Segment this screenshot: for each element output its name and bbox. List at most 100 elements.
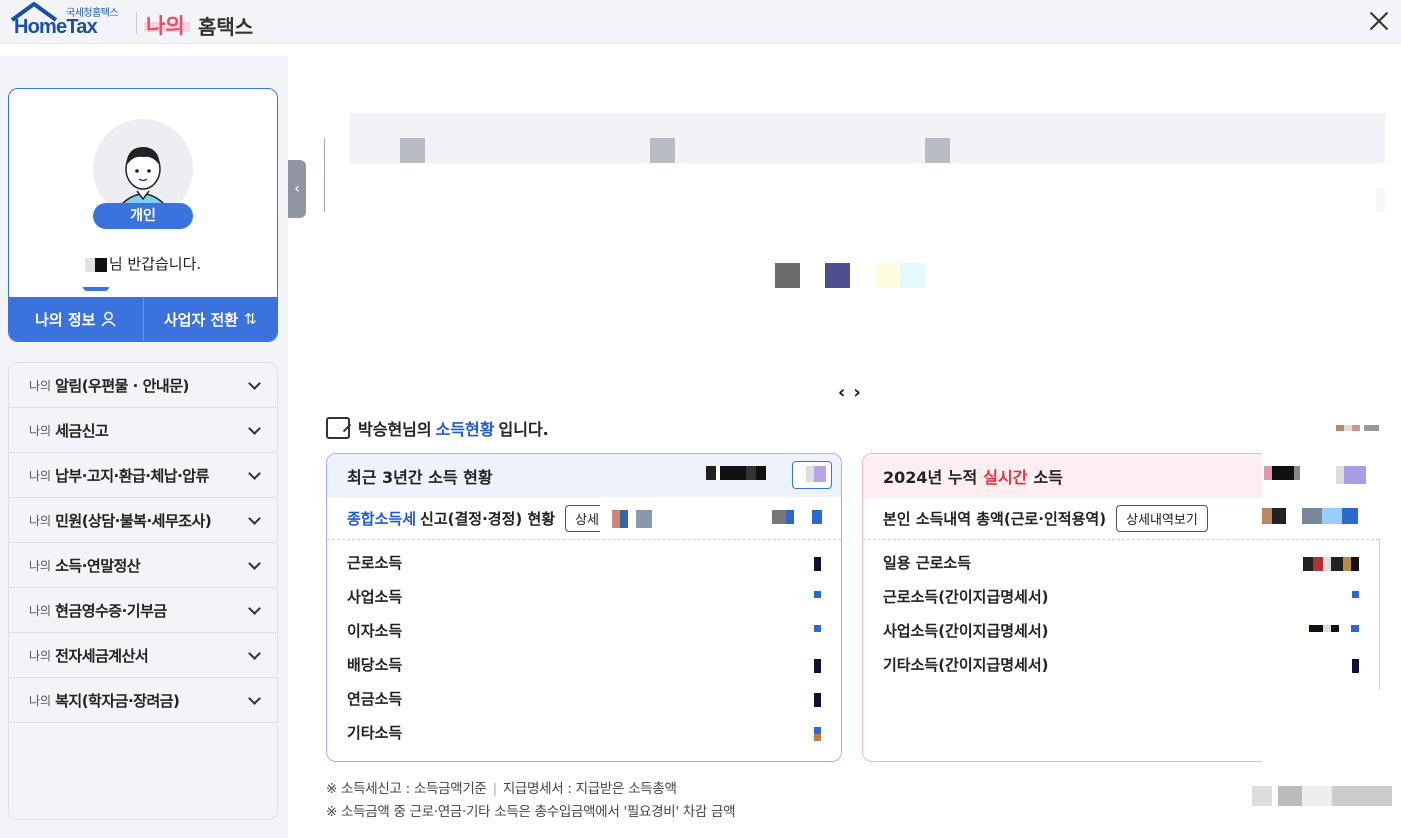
title-prefix: 박승현님의 bbox=[358, 420, 432, 439]
header-divider bbox=[136, 12, 137, 34]
banner-indicator[interactable] bbox=[825, 263, 850, 288]
menu-prefix: 나의 bbox=[29, 648, 52, 663]
hometax-logo[interactable]: 국세청홈택스 HomeTax bbox=[8, 2, 130, 42]
card-decoration bbox=[83, 287, 109, 291]
masked-value bbox=[814, 557, 821, 571]
sub-rest: 신고(결정·경정) 현황 bbox=[420, 510, 556, 528]
menu-prefix: 나의 bbox=[29, 603, 52, 618]
row-label: 기타소득(간이지급명세서) bbox=[883, 655, 1049, 674]
menu-item-label: 알림(우편물 · 안내문) bbox=[55, 376, 189, 395]
chevron-left-icon: ‹ bbox=[294, 181, 300, 197]
sub-text: 본인 소득내역 총액(근로·인적용역) bbox=[883, 510, 1107, 528]
menu-prefix: 나의 bbox=[29, 693, 52, 708]
masked-value bbox=[1336, 466, 1366, 484]
profile-card: 개인 님 반갑습니다. 나의 정보 사업자 전환 ⇅ bbox=[8, 88, 278, 342]
menu-item-label: 전자세금계산서 bbox=[55, 646, 149, 665]
masked-value bbox=[1352, 591, 1359, 598]
masked-value bbox=[806, 466, 826, 482]
row-label: 이자소득 bbox=[347, 621, 403, 640]
my-info-button[interactable]: 나의 정보 bbox=[9, 297, 143, 341]
banner-indicator[interactable] bbox=[875, 263, 925, 288]
collapse-sidebar-button[interactable]: ‹ bbox=[288, 160, 306, 218]
row-label: 근로소득(간이지급명세서) bbox=[883, 587, 1049, 606]
close-icon[interactable] bbox=[1366, 8, 1392, 34]
menu-prefix: 나의 bbox=[29, 423, 52, 438]
footnote-1a: ※ 소득세신고 : 소득금액기준 bbox=[326, 781, 487, 797]
chevron-down-icon bbox=[248, 511, 261, 525]
income-row: 사업소득 bbox=[327, 579, 841, 613]
chevron-down-icon bbox=[248, 601, 261, 615]
masked-value bbox=[1303, 625, 1359, 632]
banner-indicator[interactable] bbox=[775, 263, 800, 288]
title-rest: 소득 bbox=[1033, 468, 1063, 487]
banner-divider bbox=[324, 138, 325, 212]
title-year: 2024년 누적 bbox=[883, 468, 978, 487]
greeting-text: 님 반갑습니다. bbox=[9, 253, 277, 274]
masked-value bbox=[772, 510, 822, 524]
row-label: 배당소득 bbox=[347, 655, 403, 674]
user-type-badge: 개인 bbox=[93, 203, 193, 229]
sub-highlight: 종합소득세 bbox=[347, 510, 417, 528]
detail-history-button[interactable]: 상세내역보기 bbox=[1116, 505, 1208, 532]
row-label: 연금소득 bbox=[347, 689, 403, 708]
title-highlight: 소득현황 bbox=[435, 420, 495, 439]
menu-item-welfare[interactable]: 나의 복지(학자금·장려금) bbox=[9, 678, 277, 723]
document-edit-icon bbox=[326, 417, 350, 439]
masked-value bbox=[1352, 659, 1359, 673]
masked-value bbox=[814, 727, 821, 741]
banner-placeholder bbox=[350, 113, 1385, 163]
menu-item-receipt[interactable]: 나의 현금영수증·기부금 bbox=[9, 588, 277, 633]
banner-nav: ‹› bbox=[838, 382, 869, 403]
menu-item-label: 소득·연말정산 bbox=[55, 556, 141, 575]
title-highlight: 실시간 bbox=[983, 468, 1028, 487]
banner-image-placeholder bbox=[925, 138, 950, 163]
banner-image-placeholder bbox=[650, 138, 675, 163]
chevron-down-icon bbox=[248, 376, 261, 390]
row-label: 일용 근로소득 bbox=[883, 553, 972, 572]
menu-item-payment[interactable]: 나의 납부·고지·환급·체납·압류 bbox=[9, 453, 277, 498]
footnote-divider: | bbox=[492, 781, 498, 797]
masked-value bbox=[1262, 508, 1358, 524]
menu-item-label: 세금신고 bbox=[55, 421, 109, 440]
chevron-left-icon[interactable]: ‹ bbox=[838, 382, 853, 403]
banner-image-placeholder bbox=[400, 138, 425, 163]
menu-item-notice[interactable]: 나의 알림(우편물 · 안내문) bbox=[9, 363, 277, 408]
menu-prefix: 나의 bbox=[29, 513, 52, 528]
masked-content bbox=[1336, 425, 1379, 431]
income-row: 근로소득(간이지급명세서) bbox=[863, 579, 1379, 613]
top-header: 국세청홈택스 HomeTax 나의 홈택스 bbox=[0, 0, 1401, 44]
logo-text: HomeTax bbox=[14, 16, 98, 38]
switch-business-button[interactable]: 사업자 전환 ⇅ bbox=[142, 297, 278, 341]
income-row: 근로소득 bbox=[327, 545, 841, 579]
footnote-1: ※ 소득세신고 : 소득금액기준 | 지급명세서 : 지급받은 소득총액 bbox=[326, 777, 677, 797]
income-row: 이자소득 bbox=[327, 613, 841, 647]
masked-value bbox=[814, 693, 821, 707]
menu-item-invoice[interactable]: 나의 전자세금계산서 bbox=[9, 633, 277, 678]
chevron-right-icon[interactable]: › bbox=[853, 382, 868, 403]
income-rows: 일용 근로소득 근로소득(간이지급명세서) 사업소득(간이지급명세서) 기타소득… bbox=[863, 540, 1379, 681]
income-row: 기타소득(간이지급명세서) bbox=[863, 647, 1379, 681]
menu-item-label: 복지(학자금·장려금) bbox=[55, 691, 180, 710]
menu-item-income[interactable]: 나의 소득·연말정산 bbox=[9, 543, 277, 588]
menu-item-civil[interactable]: 나의 민원(상담·불복·세무조사) bbox=[9, 498, 277, 543]
menu-prefix: 나의 bbox=[29, 558, 52, 573]
chevron-down-icon bbox=[248, 421, 261, 435]
income-row: 배당소득 bbox=[327, 647, 841, 681]
footnote-1b: 지급명세서 : 지급받은 소득총액 bbox=[502, 781, 677, 797]
menu-item-label: 납부·고지·환급·체납·압류 bbox=[55, 466, 209, 485]
chevron-down-icon bbox=[248, 646, 261, 660]
menu-item-tax-report[interactable]: 나의 세금신고 bbox=[9, 408, 277, 453]
masked-name bbox=[84, 257, 95, 272]
masked-value bbox=[814, 591, 821, 598]
row-label: 사업소득 bbox=[347, 587, 403, 606]
income-row: 사업소득(간이지급명세서) bbox=[863, 613, 1379, 647]
profile-actions: 나의 정보 사업자 전환 ⇅ bbox=[9, 297, 277, 341]
chevron-down-icon bbox=[248, 466, 261, 480]
menu-item-label: 민원(상담·불복·세무조사) bbox=[55, 511, 212, 530]
page-title: 홈택스 bbox=[198, 15, 254, 39]
income-section-title: 박승현님의 소득현황 입니다. bbox=[326, 416, 549, 440]
masked-value bbox=[612, 510, 672, 528]
income-row: 연금소득 bbox=[327, 681, 841, 715]
row-label: 사업소득(간이지급명세서) bbox=[883, 621, 1049, 640]
row-label: 근로소득 bbox=[347, 553, 403, 572]
